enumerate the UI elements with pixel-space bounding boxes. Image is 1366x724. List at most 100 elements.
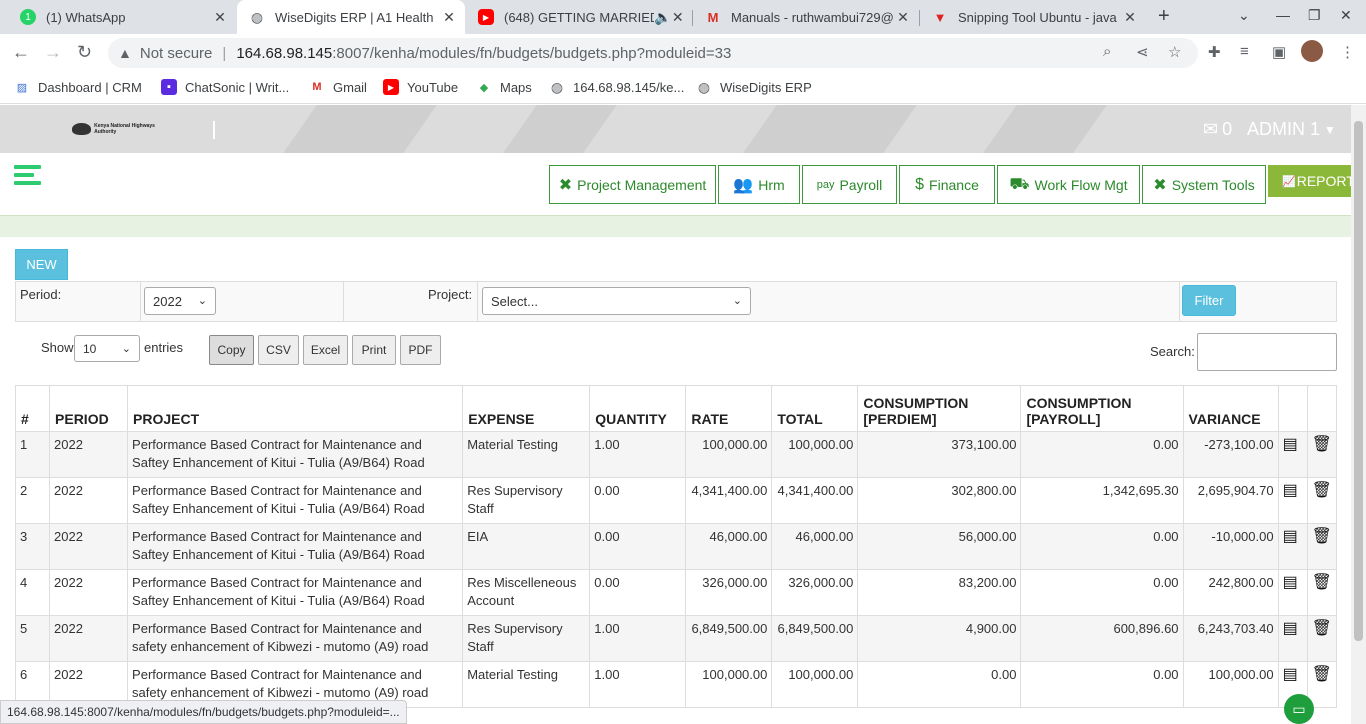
trash-icon[interactable]: 🗑 xyxy=(1312,666,1332,684)
trash-icon[interactable]: 🗑 xyxy=(1312,574,1332,592)
column-header[interactable]: TOTAL xyxy=(771,385,859,432)
trash-icon[interactable]: 🗑 xyxy=(1312,528,1332,546)
print-button[interactable]: Print xyxy=(352,335,396,365)
restore-icon[interactable]: ❐ xyxy=(1308,7,1321,24)
table-row[interactable]: 4 2022 Performance Based Contract for Main… xyxy=(14,569,1338,616)
column-header[interactable]: CONSUMPTION [PERDIEM] xyxy=(857,385,1022,432)
cell-no: 4 xyxy=(14,569,51,616)
header-decoration xyxy=(503,105,617,153)
table-row[interactable]: 5 2022 Performance Based Contract for Main… xyxy=(14,615,1338,662)
module-finance[interactable]: $ Finance xyxy=(899,165,995,204)
cell-expense: Material Testing xyxy=(462,431,591,478)
column-header[interactable]: # xyxy=(14,385,51,432)
module-payroll[interactable]: pay Payroll xyxy=(802,165,897,204)
menu-icon[interactable]: ⋮ xyxy=(1340,43,1355,61)
module-project-management[interactable]: ✖ Project Management xyxy=(549,165,716,204)
pay-icon: pay xyxy=(816,178,835,191)
bookmark-gmail[interactable]: M Gmail xyxy=(309,79,367,95)
filter-cell: Project: xyxy=(344,282,478,321)
bookmark-youtube[interactable]: ▶ YouTube xyxy=(383,79,458,95)
back-icon[interactable]: ← xyxy=(12,42,30,63)
chat-icon[interactable]: ▭ xyxy=(1284,694,1314,724)
browser-toolbar: ← → ↻ ▲ Not secure | 164.68.98.145 :8007… xyxy=(0,34,1366,72)
reload-icon[interactable]: ↻ xyxy=(77,42,92,63)
trash-icon[interactable]: 🗑 xyxy=(1312,436,1332,454)
module-hrm[interactable]: 👥 Hrm xyxy=(718,165,800,204)
tab-search-icon[interactable]: ⌄ xyxy=(1238,7,1250,24)
extensions-icon[interactable]: ✚ xyxy=(1208,43,1221,61)
users-icon: 👥 xyxy=(733,176,754,194)
new-button[interactable]: NEW xyxy=(15,249,68,280)
bookmark-dashboard[interactable]: ▨ Dashboard | CRM xyxy=(14,79,142,95)
close-window-icon[interactable]: ✕ xyxy=(1340,7,1352,24)
module-system-tools[interactable]: ✖ System Tools xyxy=(1142,165,1266,204)
warning-icon[interactable]: ▲ xyxy=(118,45,132,61)
forward-icon[interactable]: → xyxy=(44,42,62,63)
module-workflow[interactable]: ⛟ Work Flow Mgt xyxy=(997,165,1140,204)
bookmark-wisedigits[interactable]: ◍ WiseDigits ERP xyxy=(696,79,812,95)
table-row[interactable]: 2 2022 Performance Based Contract for Main… xyxy=(14,477,1338,524)
csv-button[interactable]: CSV xyxy=(258,335,299,365)
close-icon[interactable]: ✕ xyxy=(1122,9,1138,26)
messages[interactable]: ✉ 0 xyxy=(1203,119,1232,140)
column-header[interactable]: CONSUMPTION [PAYROLL] xyxy=(1020,385,1184,432)
side-panel-icon[interactable]: ▣ xyxy=(1272,43,1286,61)
bookmark-ip[interactable]: ◍ 164.68.98.145/ke... xyxy=(549,79,684,95)
hamburger-menu-icon[interactable] xyxy=(14,165,41,189)
trash-icon[interactable]: 🗑 xyxy=(1312,482,1332,500)
column-header[interactable]: PROJECT xyxy=(127,385,464,432)
address-bar[interactable]: ▲ Not secure | 164.68.98.145 :8007/kenha… xyxy=(108,38,1198,68)
close-icon[interactable]: ✕ xyxy=(895,9,911,26)
share-icon[interactable]: ⋖ xyxy=(1136,43,1149,61)
copy-button[interactable]: Copy xyxy=(209,335,254,365)
search-input[interactable] xyxy=(1197,333,1337,371)
document-icon[interactable]: ▤ xyxy=(1283,666,1298,684)
close-icon[interactable]: ✕ xyxy=(212,9,228,26)
scrollbar-thumb[interactable] xyxy=(1354,121,1363,641)
new-tab-icon[interactable]: + xyxy=(1158,5,1170,28)
document-icon[interactable]: ▤ xyxy=(1283,574,1298,592)
tab-gmail[interactable]: M Manuals - ruthwambui729@ ✕ xyxy=(693,0,919,34)
column-header[interactable]: RATE xyxy=(685,385,773,432)
tab-wisedigits[interactable]: ◍ WiseDigits ERP | A1 Health ✕ xyxy=(237,0,465,34)
period-select[interactable]: 2022 ⌄ xyxy=(144,287,216,315)
entries-value: 10 xyxy=(83,341,97,356)
bookmark-chatsonic[interactable]: ▪ ChatSonic | Writ... xyxy=(161,79,289,95)
avatar[interactable] xyxy=(1301,40,1323,62)
user-menu[interactable]: ADMIN 1 ▼ xyxy=(1247,119,1336,140)
scrollbar[interactable] xyxy=(1351,105,1366,724)
info-strip xyxy=(0,215,1351,237)
entries-select[interactable]: 10 ⌄ xyxy=(74,335,140,362)
column-header[interactable]: QUANTITY xyxy=(589,385,687,432)
delete-cell: 🗑 xyxy=(1306,523,1338,570)
bookmark-maps[interactable]: ◆ Maps xyxy=(476,79,532,95)
project-select[interactable]: Select... ⌄ xyxy=(482,287,751,315)
filter-button[interactable]: Filter xyxy=(1182,285,1236,316)
table-row[interactable]: 3 2022 Performance Based Contract for Main… xyxy=(14,523,1338,570)
cell-rate: 100,000.00 xyxy=(685,661,773,708)
table-row[interactable]: 1 2022 Performance Based Contract for Main… xyxy=(14,431,1338,478)
close-icon[interactable]: ✕ xyxy=(441,9,457,26)
cell-quantity: 1.00 xyxy=(589,431,687,478)
tab-youtube[interactable]: ▶ (648) GETTING MARRIED 🔈✕ xyxy=(466,0,692,34)
document-icon[interactable]: ▤ xyxy=(1283,436,1298,454)
column-header[interactable]: PERIOD xyxy=(49,385,129,432)
star-icon[interactable]: ☆ xyxy=(1168,43,1181,61)
column-header[interactable]: EXPENSE xyxy=(462,385,591,432)
kenha-logo[interactable]: Kenya National Highways Authority xyxy=(72,118,156,140)
media-icon[interactable]: ≡ xyxy=(1240,43,1249,60)
zoom-icon[interactable]: ⌕ xyxy=(1103,43,1111,60)
document-icon[interactable]: ▤ xyxy=(1283,482,1298,500)
tab-snipping[interactable]: ▼ Snipping Tool Ubuntu - java ✕ xyxy=(920,0,1146,34)
crm-icon: ▨ xyxy=(16,81,28,94)
reports-button[interactable]: 📈 REPORTS xyxy=(1268,165,1364,197)
document-icon[interactable]: ▤ xyxy=(1283,620,1298,638)
minimize-icon[interactable]: — xyxy=(1276,7,1290,23)
excel-button[interactable]: Excel xyxy=(303,335,348,365)
document-icon[interactable]: ▤ xyxy=(1283,528,1298,546)
pdf-button[interactable]: PDF xyxy=(400,335,441,365)
speaker-icon[interactable]: 🔈✕ xyxy=(654,9,684,26)
trash-icon[interactable]: 🗑 xyxy=(1312,620,1332,638)
column-header[interactable]: VARIANCE xyxy=(1182,385,1279,432)
tab-whatsapp[interactable]: 1 (1) WhatsApp ✕ xyxy=(8,0,236,34)
